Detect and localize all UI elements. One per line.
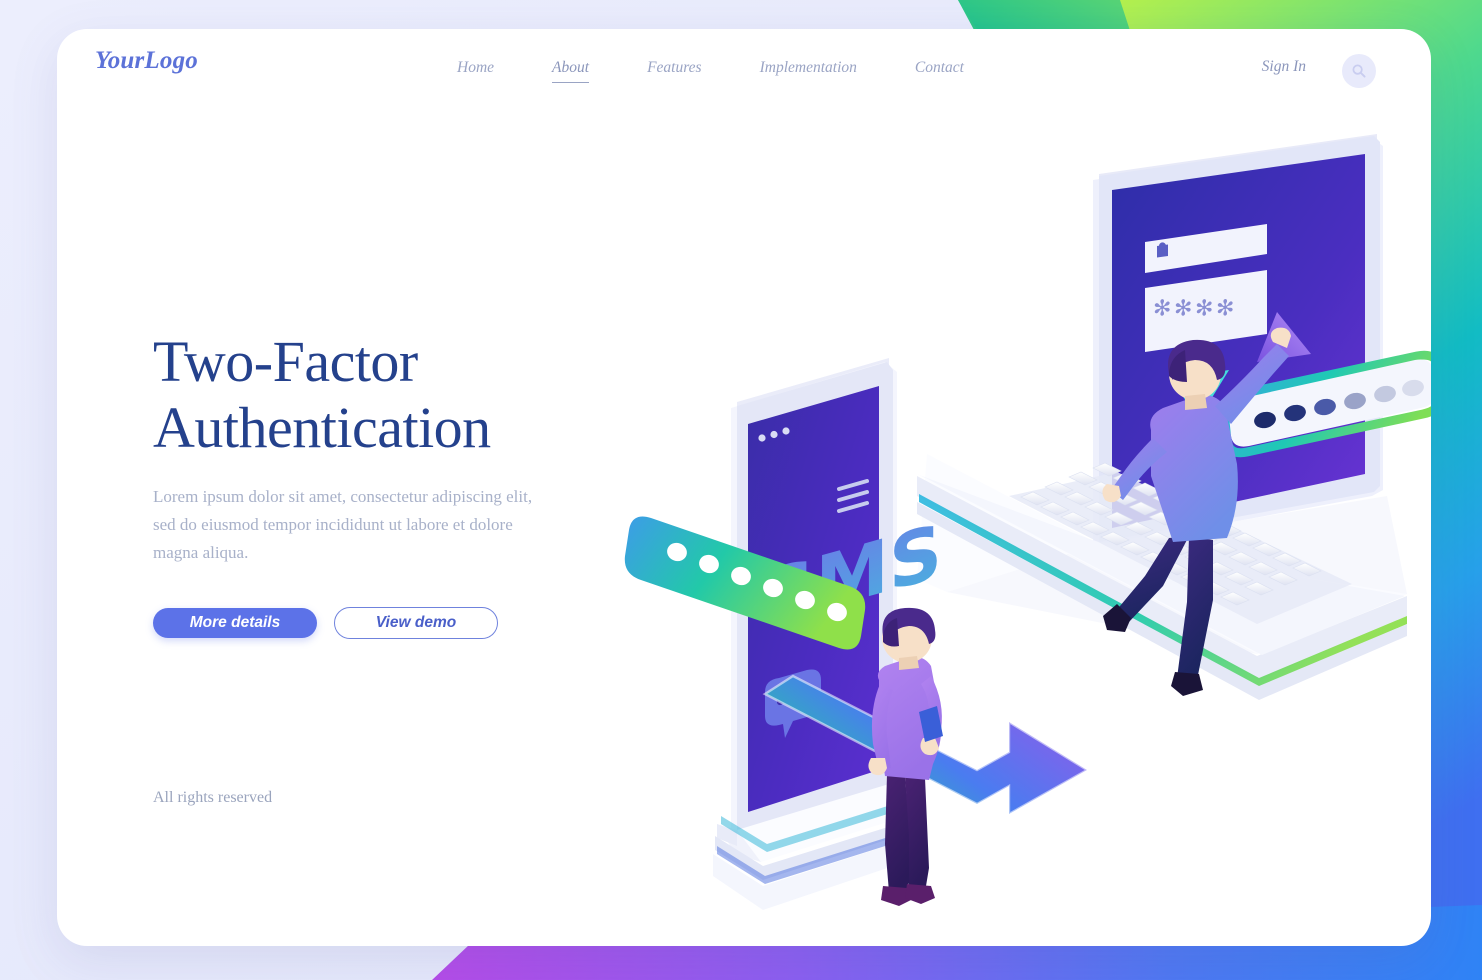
two-factor-illustration: ✻ ✻ ✻ ✻ SMS: [617, 124, 1431, 924]
svg-text:✻: ✻: [1153, 294, 1171, 323]
nav-item-implementation[interactable]: Implementation: [760, 55, 857, 82]
isometric-scene: ✻ ✻ ✻ ✻ SMS: [624, 134, 1431, 910]
rights-text: All rights reserved: [153, 789, 273, 806]
svg-text:✻: ✻: [1174, 294, 1192, 323]
main-navigation: Home About Features Implementation Conta…: [457, 55, 964, 84]
page-title-line-1: Two-Factor: [153, 329, 418, 394]
view-demo-button[interactable]: View demo: [334, 607, 498, 640]
search-button[interactable]: [1342, 54, 1376, 88]
main-card: YourLogo Home About Features Implementat…: [57, 29, 1431, 946]
svg-text:✻: ✻: [1195, 294, 1213, 323]
page-title: Two-Factor Authentication: [153, 329, 623, 461]
page-title-line-2: Authentication: [153, 395, 491, 461]
nav-item-contact[interactable]: Contact: [915, 55, 964, 82]
hero-paragraph: Lorem ipsum dolor sit amet, consectetur …: [153, 487, 533, 563]
svg-text:✻: ✻: [1216, 294, 1234, 323]
nav-item-home[interactable]: Home: [457, 55, 494, 82]
search-icon: [1352, 64, 1366, 78]
more-details-button[interactable]: More details: [153, 608, 317, 639]
laptop-login-form: ✻ ✻ ✻ ✻: [1145, 224, 1267, 352]
hero-section: Two-Factor Authentication Lorem ipsum do…: [153, 329, 623, 640]
nav-item-features[interactable]: Features: [647, 55, 702, 82]
site-header: YourLogo Home About Features Implementat…: [57, 29, 1431, 119]
sign-in-link[interactable]: Sign In: [1262, 58, 1306, 76]
brand-logo[interactable]: YourLogo: [95, 47, 198, 75]
nav-item-about[interactable]: About: [552, 55, 590, 84]
hero-button-row: More details View demo: [153, 607, 623, 640]
